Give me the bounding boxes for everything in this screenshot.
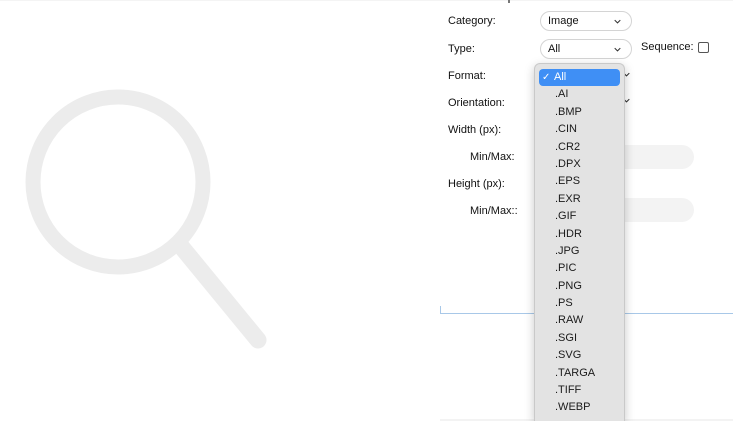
format-option-label: .WEBP [555,401,591,414]
format-option[interactable]: .PIC [539,260,620,277]
sequence-toggle[interactable]: Sequence: [641,41,709,53]
format-option[interactable]: .TARGA [539,365,620,382]
format-option-label: .BMP [555,105,582,118]
format-option-label: .AI [555,88,569,101]
type-select[interactable]: All [540,39,632,59]
format-option-label: .HDR [555,227,582,240]
width-label: Width (px): [448,124,502,136]
type-select-value: All [548,43,561,55]
format-option[interactable]: .SGI [539,330,620,347]
format-option-label: .PIC [555,262,577,275]
chevron-down-icon [614,47,621,52]
format-option-label: .EPS [555,175,581,188]
format-option-label: .CIN [555,123,577,136]
chevron-down-icon [614,19,621,24]
category-label: Category: [448,15,496,27]
format-option[interactable]: .GIF [539,208,620,225]
format-option-label: .RAW [555,314,584,327]
format-option[interactable]: .PS [539,295,620,312]
search-icon [25,89,267,349]
width-minmax-label: Min/Max: [470,151,515,163]
format-dropdown-menu[interactable]: ✓ All .AI .BMP .CIN .CR2 .DPX .EPS .EXR .GIF .HDR… [534,63,625,421]
format-option-label: .TIFF [555,384,582,397]
check-icon: ✓ [542,72,551,83]
orientation-label: Orientation: [448,97,505,109]
category-select-value: Image [548,15,579,27]
format-option-label: .SGI [555,331,578,344]
format-option[interactable]: .EPS [539,173,620,190]
format-label: Format: [448,70,486,82]
format-option[interactable]: .BMP [539,104,620,121]
format-option[interactable]: .RAW [539,312,620,329]
format-option-label: All [554,71,567,83]
format-option[interactable]: .JPG [539,243,620,260]
format-option-label: .TARGA [555,366,596,379]
type-label: Type: [448,43,475,55]
sequence-label: Sequence: [641,41,694,53]
format-option[interactable]: .AI [539,86,620,103]
format-option[interactable]: .PNG [539,278,620,295]
format-option[interactable]: .DPX [539,156,620,173]
height-label: Height (px): [448,178,505,190]
format-option-label: .CR2 [555,140,581,153]
format-option-label: .JPG [555,244,580,257]
format-option[interactable]: .HDR [539,226,620,243]
format-option-label: .PNG [555,279,582,292]
format-option[interactable]: .CIN [539,121,620,138]
format-option[interactable]: .SVG [539,347,620,364]
format-option-all[interactable]: ✓ All [539,69,620,87]
top-marker [508,0,510,3]
format-option[interactable]: .WEBP [539,399,620,416]
format-option-label: .PS [555,297,573,310]
format-option-label: .DPX [555,157,581,170]
category-select[interactable]: Image [540,11,632,31]
height-minmax-label: Min/Max:: [470,205,518,217]
format-options-list: .AI .BMP .CIN .CR2 .DPX .EPS .EXR .GIF .HDR .JPG.… [535,86,624,416]
format-option[interactable]: .EXR [539,191,620,208]
format-option[interactable]: .CR2 [539,139,620,156]
format-option[interactable]: .TIFF [539,382,620,399]
format-option-label: .EXR [555,192,581,205]
format-option-label: .SVG [555,349,582,362]
sequence-checkbox[interactable] [697,41,709,53]
format-option-label: .GIF [555,210,577,223]
